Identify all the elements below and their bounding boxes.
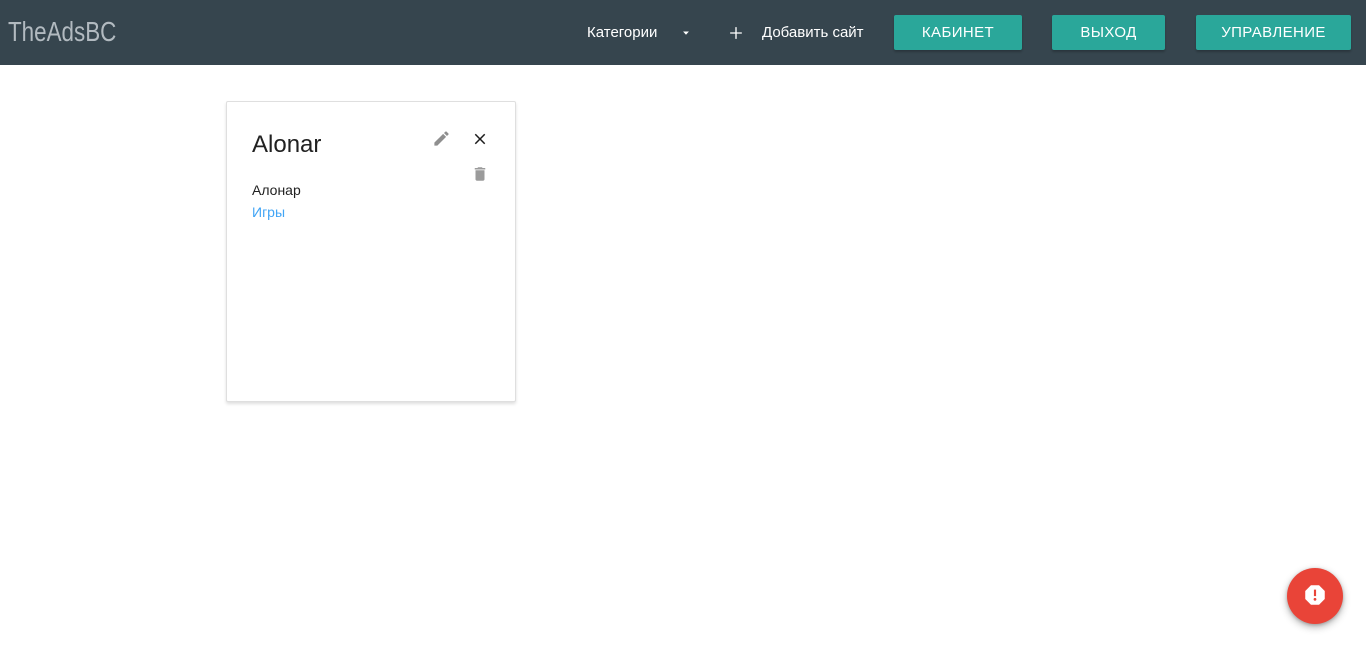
plus-icon: [726, 23, 746, 43]
report-fab[interactable]: [1287, 568, 1343, 624]
delete-button[interactable]: [471, 165, 489, 183]
cabinet-button[interactable]: КАБИНЕТ: [894, 15, 1022, 50]
page: TheAdsBC Категории Добавить сайт КАБИНЕТ…: [0, 0, 1366, 647]
close-button[interactable]: [471, 130, 489, 148]
top-navbar: TheAdsBC Категории Добавить сайт КАБИНЕТ…: [0, 0, 1366, 65]
close-icon: [471, 136, 489, 151]
edit-button[interactable]: [432, 129, 451, 148]
add-site-label: Добавить сайт: [762, 24, 864, 41]
trash-icon: [471, 171, 489, 186]
add-site-button[interactable]: Добавить сайт: [726, 0, 864, 65]
category-link[interactable]: Игры: [252, 204, 285, 220]
site-name: Алонар: [252, 182, 301, 198]
chevron-down-icon: [679, 26, 693, 40]
app-logo[interactable]: TheAdsBC: [8, 16, 116, 48]
edit-icon: [432, 136, 451, 151]
categories-dropdown[interactable]: Категории: [587, 0, 693, 65]
categories-label: Категории: [587, 24, 657, 41]
site-card: Alonar Алонар Игры: [226, 101, 516, 402]
card-title: Alonar: [252, 131, 321, 159]
exit-button[interactable]: ВЫХОД: [1052, 15, 1165, 50]
management-button[interactable]: УПРАВЛЕНИЕ: [1196, 15, 1351, 50]
report-icon: [1302, 582, 1328, 611]
